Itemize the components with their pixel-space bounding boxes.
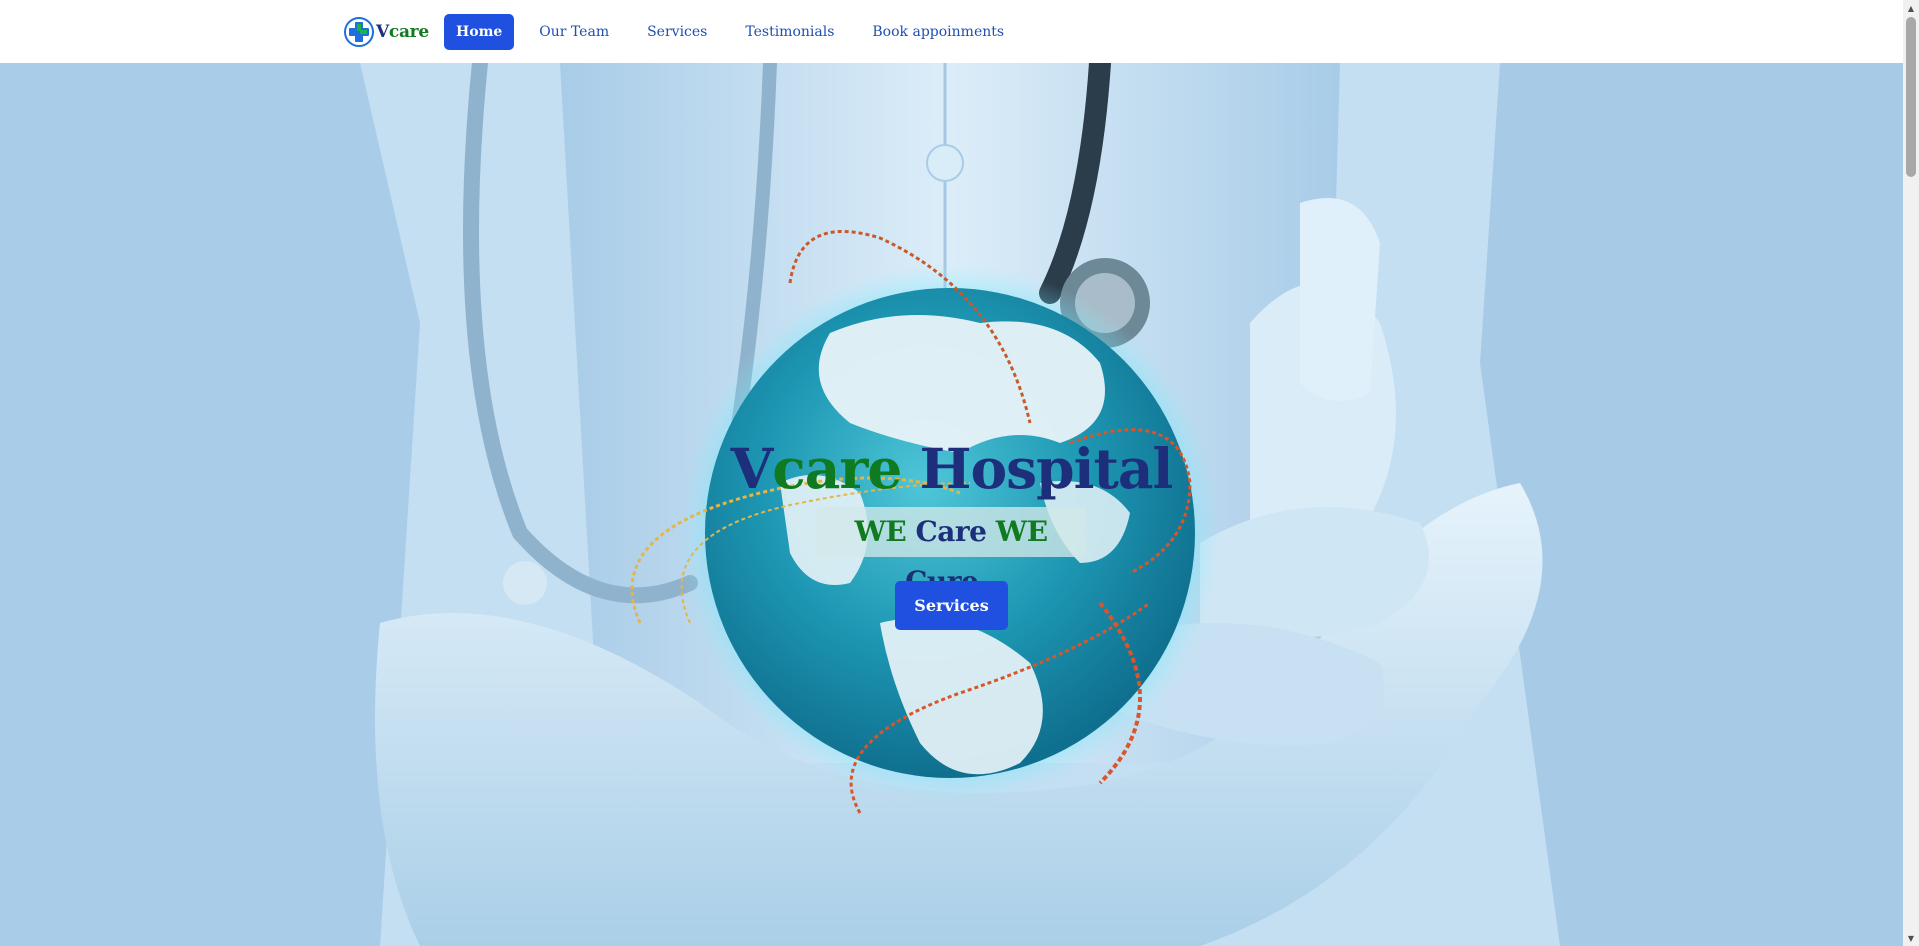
medical-cross-icon bbox=[344, 17, 374, 47]
scrollbar-thumb[interactable] bbox=[1906, 17, 1916, 177]
nav-book-appointments[interactable]: Book appoinments bbox=[859, 14, 1017, 50]
tagline-care: Care bbox=[915, 515, 988, 548]
vertical-scrollbar[interactable]: ▲ ▼ bbox=[1903, 0, 1919, 946]
hero-background-image bbox=[0, 63, 1903, 946]
nav-home[interactable]: Home bbox=[444, 14, 515, 50]
brand-name: Vcare bbox=[376, 22, 429, 42]
triangle-up-icon[interactable]: ▲ bbox=[1903, 0, 1919, 16]
page: Vcare Home Our Team Services Testimonial… bbox=[0, 0, 1919, 946]
brand-link[interactable]: Vcare bbox=[344, 17, 429, 47]
navbar: Vcare Home Our Team Services Testimonial… bbox=[0, 0, 1903, 63]
hero-title: Vcare Hospital bbox=[0, 441, 1903, 496]
hero-services-button[interactable]: Services bbox=[895, 581, 1008, 630]
tagline-we-2: WE bbox=[995, 515, 1048, 548]
nav-services[interactable]: Services bbox=[634, 14, 720, 50]
hero-title-v: V bbox=[730, 436, 774, 501]
hero-title-care: care bbox=[772, 436, 902, 501]
triangle-down-icon[interactable]: ▼ bbox=[1903, 930, 1919, 946]
nav-testimonials[interactable]: Testimonials bbox=[732, 14, 847, 50]
hero-section: Vcare Hospital WE Care WE Cure.. Service… bbox=[0, 63, 1903, 946]
hero-tagline: WE Care WE Cure.. bbox=[816, 507, 1086, 598]
nav-menu: Home Our Team Services Testimonials Book… bbox=[444, 14, 1029, 50]
tagline-we-1: WE bbox=[854, 515, 907, 548]
hero-title-hospital: Hospital bbox=[901, 436, 1174, 501]
nav-our-team[interactable]: Our Team bbox=[526, 14, 622, 50]
